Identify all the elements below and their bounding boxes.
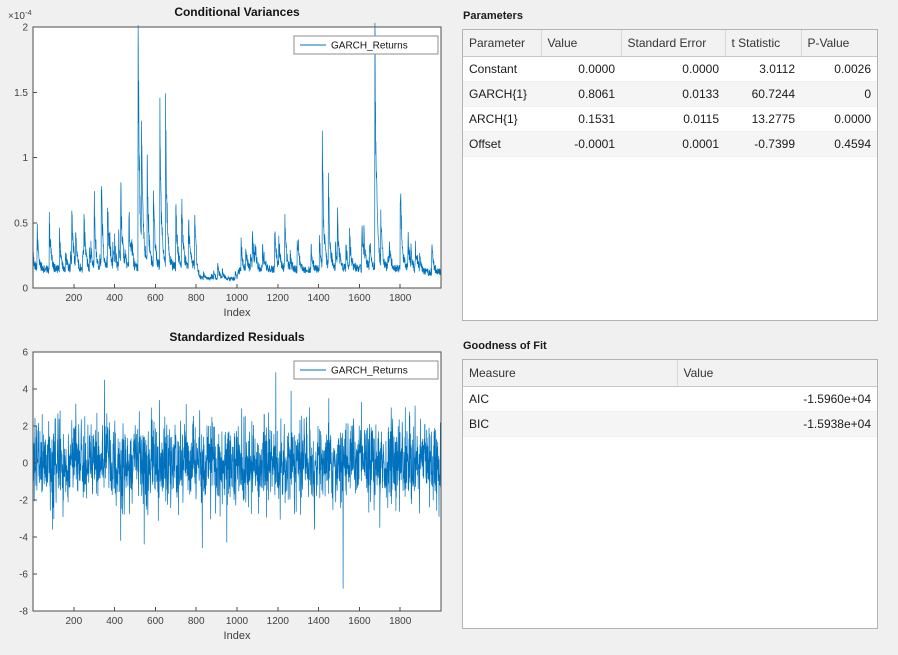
y-tick-label: 0 xyxy=(22,284,28,295)
value-cell: 0.0000 xyxy=(801,106,877,132)
label-cell: ARCH{1} xyxy=(463,106,541,132)
y-tick-label: 2 xyxy=(22,23,28,34)
goodness-of-fit-table: Measure Value AIC -1.5960e+04 BIC -1.5938e+04 xyxy=(463,360,877,437)
header-row: Parameter Value Standard Error t Statistic P… xyxy=(463,30,877,57)
column-header-value[interactable]: Value xyxy=(541,30,622,57)
y-tick-label: -8 xyxy=(19,607,28,618)
y-axis-exponent: ×10-4 xyxy=(8,8,32,22)
x-tick-label: 600 xyxy=(147,293,164,304)
value-cell: 60.7244 xyxy=(725,81,801,107)
table-row-bic[interactable]: BIC -1.5938e+04 xyxy=(463,411,877,437)
standardized-residuals-plot: 200 400 600 800 1000 1200 1400 1600 1800 -8 -6 -4 -2… xyxy=(19,330,442,642)
goodness-of-fit-table-frame: Measure Value AIC -1.5960e+04 BIC -1.5938e+04 xyxy=(462,359,878,629)
value-cell: 0.0000 xyxy=(621,56,725,82)
value-cell: 0.8061 xyxy=(541,81,621,107)
value-cell: 0.0115 xyxy=(621,106,725,132)
y-tick-label: 1.5 xyxy=(14,88,28,99)
label-cell: GARCH{1} xyxy=(463,81,541,107)
parameters-table-frame: Parameter Value Standard Error t Statistic P… xyxy=(462,29,878,321)
x-tick-label: 1000 xyxy=(226,616,249,627)
header-row: Measure Value xyxy=(463,360,877,387)
chart-title: Conditional Variances xyxy=(174,5,300,19)
column-header-measure[interactable]: Measure xyxy=(463,360,678,387)
label-cell: Constant xyxy=(463,56,541,82)
value-cell: 0.0133 xyxy=(621,81,725,107)
y-tick-label: 6 xyxy=(22,348,28,359)
value-cell: 0.0026 xyxy=(801,56,877,82)
y-tick-label: -2 xyxy=(19,496,28,507)
conditional-variances-plot: 200 400 600 800 1000 1200 1400 1600 1800 0 0.5 1 1.5… xyxy=(8,5,442,319)
plots-column: 200 400 600 800 1000 1200 1400 1600 1800 0 0.5 1 1.5… xyxy=(0,0,458,650)
parameters-panel-title: Parameters xyxy=(463,10,523,22)
x-tick-label: 1800 xyxy=(389,616,412,627)
x-tick-label: 1800 xyxy=(389,293,412,304)
table-row-constant[interactable]: Constant 0.0000 0.0000 3.0112 0.0026 xyxy=(463,56,877,82)
y-tick-label: -4 xyxy=(19,533,28,544)
results-column: Parameters Parameter Value Standard Error t… xyxy=(462,0,878,629)
value-cell: 0.0001 xyxy=(621,131,725,157)
value-cell: -0.7399 xyxy=(725,131,801,157)
column-header-p-value[interactable]: P-Value xyxy=(801,30,877,57)
x-tick-label: 1000 xyxy=(226,293,249,304)
x-tick-label: 800 xyxy=(188,616,205,627)
table-row-arch-1[interactable]: ARCH{1} 0.1531 0.0115 13.2775 0.0000 xyxy=(463,106,877,132)
table-row-offset[interactable]: Offset -0.0001 0.0001 -0.7399 0.4594 xyxy=(463,131,877,157)
y-tick-label: 4 xyxy=(22,385,28,396)
table-row-garch-1[interactable]: GARCH{1} 0.8061 0.0133 60.7244 0 xyxy=(463,81,877,107)
y-tick-label: -6 xyxy=(19,570,28,581)
value-cell: 0.0000 xyxy=(541,56,621,82)
x-tick-label: 1400 xyxy=(307,616,330,627)
value-cell: -1.5960e+04 xyxy=(677,386,877,412)
table-row-aic[interactable]: AIC -1.5960e+04 xyxy=(463,386,877,412)
x-tick-label: 200 xyxy=(65,293,82,304)
x-tick-label: 600 xyxy=(147,616,164,627)
column-header-t-statistic[interactable]: t Statistic xyxy=(725,30,802,57)
legend-label: GARCH_Returns xyxy=(331,366,408,377)
econometric-results-window: 200 400 600 800 1000 1200 1400 1600 1800 0 0.5 1 1.5… xyxy=(0,0,898,655)
x-tick-label: 1400 xyxy=(307,293,330,304)
y-tick-label: 1 xyxy=(22,153,28,164)
label-cell: AIC xyxy=(463,386,677,412)
value-cell: 0 xyxy=(801,81,877,107)
chart-title: Standardized Residuals xyxy=(169,330,305,344)
x-tick-label: 400 xyxy=(106,616,123,627)
label-cell: BIC xyxy=(463,411,677,437)
standardized-residuals-figure: 200 400 600 800 1000 1200 1400 1600 1800 -8 -6 -4 -2… xyxy=(0,325,455,650)
x-tick-label: 1200 xyxy=(267,616,290,627)
column-header-value[interactable]: Value xyxy=(677,360,877,387)
x-axis-label: Index xyxy=(224,307,251,319)
x-axis-label: Index xyxy=(224,630,251,642)
x-tick-label: 1200 xyxy=(267,293,290,304)
label-cell: Offset xyxy=(463,131,541,157)
x-tick-label: 800 xyxy=(188,293,205,304)
value-cell: 0.4594 xyxy=(801,131,877,157)
column-header-parameter[interactable]: Parameter xyxy=(463,30,542,57)
conditional-variances-figure: 200 400 600 800 1000 1200 1400 1600 1800 0 0.5 1 1.5… xyxy=(0,0,455,325)
goodness-of-fit-panel-title: Goodness of Fit xyxy=(463,340,547,352)
legend-label: GARCH_Returns xyxy=(331,41,408,52)
x-tick-label: 400 xyxy=(106,293,123,304)
value-cell: 0.1531 xyxy=(541,106,621,132)
y-tick-label: 2 xyxy=(22,422,28,433)
y-tick-label: 0.5 xyxy=(14,218,28,229)
value-cell: 3.0112 xyxy=(725,56,801,82)
x-tick-label: 1600 xyxy=(348,616,371,627)
y-tick-label: 0 xyxy=(22,459,28,470)
value-cell: -1.5938e+04 xyxy=(677,411,877,437)
x-tick-label: 1600 xyxy=(348,293,371,304)
column-header-standard-error[interactable]: Standard Error xyxy=(621,30,726,57)
value-cell: 13.2775 xyxy=(725,106,801,132)
value-cell: -0.0001 xyxy=(541,131,621,157)
x-tick-label: 200 xyxy=(65,616,82,627)
parameters-table: Parameter Value Standard Error t Statistic P… xyxy=(463,30,877,157)
